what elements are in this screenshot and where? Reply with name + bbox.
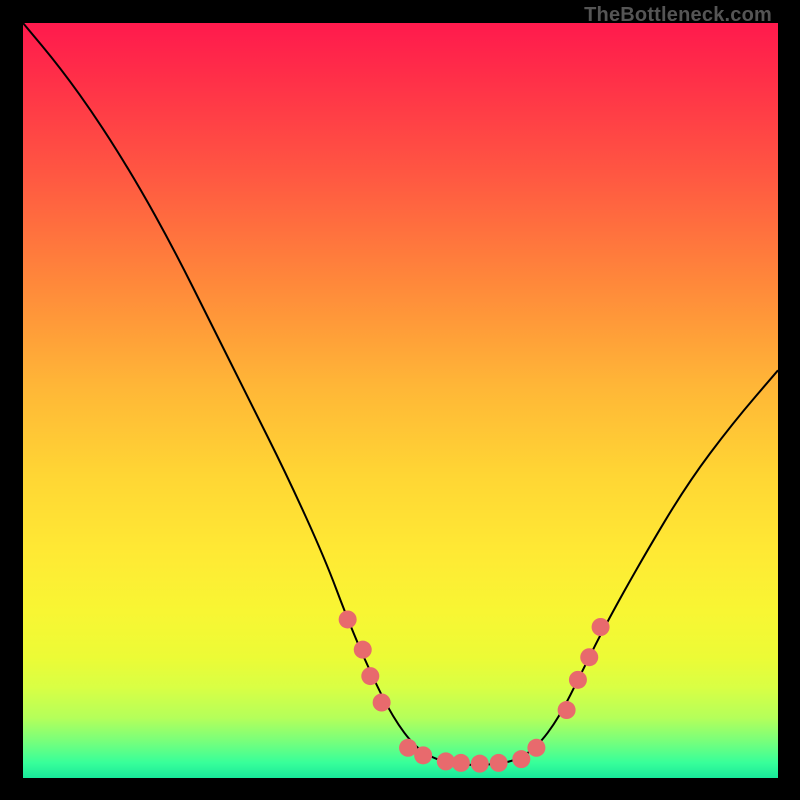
curve-marker — [569, 671, 587, 689]
curve-marker — [527, 739, 545, 757]
curve-marker — [490, 754, 508, 772]
curve-marker — [373, 694, 391, 712]
curve-marker — [558, 701, 576, 719]
curve-marker — [580, 648, 598, 666]
curve-marker — [414, 746, 432, 764]
curve-marker — [354, 641, 372, 659]
bottleneck-curve — [23, 23, 778, 765]
chart-plot — [23, 23, 778, 778]
curve-marker — [471, 755, 489, 773]
curve-marker — [592, 618, 610, 636]
curve-marker — [361, 667, 379, 685]
curve-marker — [512, 750, 530, 768]
curve-marker — [339, 610, 357, 628]
curve-marker — [452, 754, 470, 772]
